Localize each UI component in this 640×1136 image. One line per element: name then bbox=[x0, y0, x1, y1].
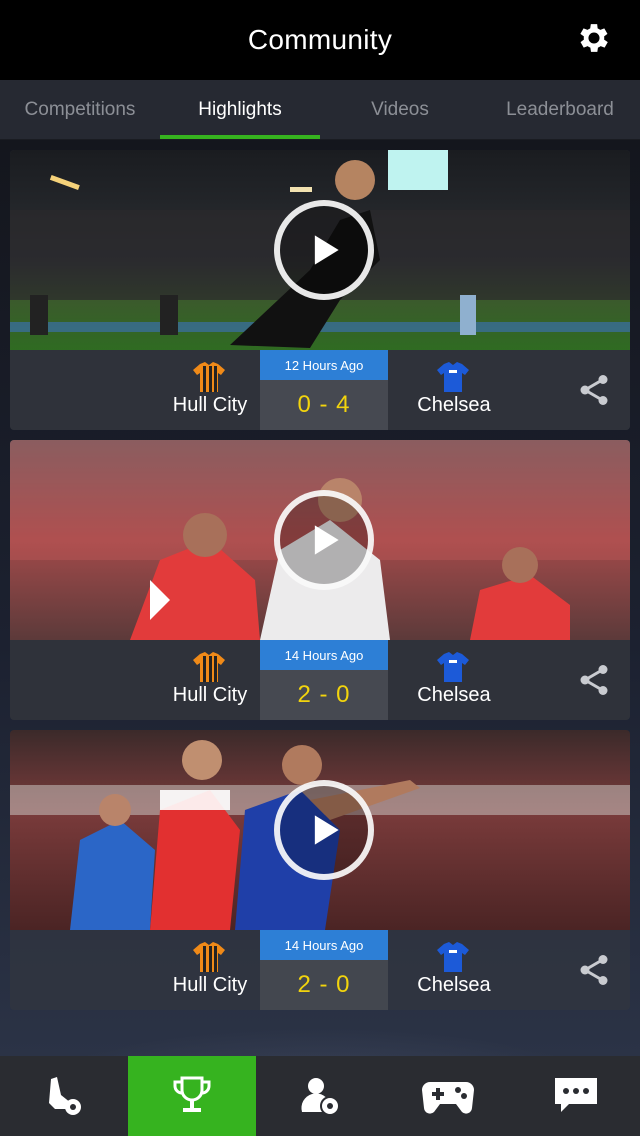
bottom-nav bbox=[0, 1056, 640, 1136]
player-profile-icon bbox=[301, 1078, 340, 1116]
match-info-bar: Hull City 14 Hours Ago 2 - 0 Chelsea bbox=[10, 640, 630, 720]
away-team: Chelsea bbox=[352, 640, 532, 720]
play-button[interactable] bbox=[274, 490, 374, 590]
share-icon bbox=[580, 955, 608, 985]
highlight-card: Hull City 14 Hours Ago 2 - 0 Chelsea bbox=[10, 440, 630, 720]
trophy-icon bbox=[173, 1076, 211, 1112]
football-boot-icon bbox=[49, 1077, 81, 1115]
tab-competitions[interactable]: Competitions bbox=[0, 80, 160, 139]
page-title: Community bbox=[247, 24, 393, 55]
hull-city-shirt-icon bbox=[193, 652, 225, 682]
gear-icon bbox=[580, 24, 608, 52]
play-button[interactable] bbox=[274, 200, 374, 300]
gamepad-icon bbox=[422, 1082, 474, 1114]
match-info-bar: Hull City 14 Hours Ago 2 - 0 Chelsea bbox=[10, 930, 630, 1010]
share-button[interactable] bbox=[574, 660, 614, 700]
nav-trophy[interactable] bbox=[128, 1056, 256, 1136]
nav-chat[interactable] bbox=[512, 1056, 640, 1136]
share-button[interactable] bbox=[574, 370, 614, 410]
hull-city-shirt-icon bbox=[193, 942, 225, 972]
video-thumbnail[interactable] bbox=[10, 440, 630, 640]
chelsea-shirt-icon bbox=[437, 362, 469, 392]
video-thumbnail[interactable] bbox=[10, 150, 630, 350]
match-info-bar: Hull City 12 Hours Ago 0 - 4 Chelsea bbox=[10, 350, 630, 430]
highlight-card: Hull City 14 Hours Ago 2 - 0 Chelsea bbox=[10, 730, 630, 1010]
video-thumbnail[interactable] bbox=[10, 730, 630, 930]
highlight-card: Hull City 12 Hours Ago 0 - 4 Chelsea bbox=[10, 150, 630, 430]
play-icon bbox=[314, 235, 339, 265]
share-button[interactable] bbox=[574, 950, 614, 990]
play-button[interactable] bbox=[274, 780, 374, 880]
play-icon bbox=[314, 815, 339, 845]
tab-highlights[interactable]: Highlights bbox=[160, 80, 320, 139]
away-team: Chelsea bbox=[352, 930, 532, 1010]
play-icon bbox=[314, 525, 339, 555]
share-icon bbox=[580, 665, 608, 695]
share-icon bbox=[580, 375, 608, 405]
nav-football[interactable] bbox=[0, 1056, 128, 1136]
hull-city-shirt-icon bbox=[193, 362, 225, 392]
chelsea-shirt-icon bbox=[437, 652, 469, 682]
away-team-name: Chelsea bbox=[417, 394, 491, 416]
settings-button[interactable] bbox=[572, 16, 616, 60]
away-team-name: Chelsea bbox=[417, 684, 491, 706]
away-team: Chelsea bbox=[352, 350, 532, 430]
top-bar: Community bbox=[0, 0, 640, 80]
away-team-name: Chelsea bbox=[417, 974, 491, 996]
nav-profile[interactable] bbox=[256, 1056, 384, 1136]
chelsea-shirt-icon bbox=[437, 942, 469, 972]
nav-games[interactable] bbox=[384, 1056, 512, 1136]
tab-leaderboard[interactable]: Leaderboard bbox=[480, 80, 640, 139]
tab-videos[interactable]: Videos bbox=[320, 80, 480, 139]
chat-icon bbox=[555, 1078, 597, 1112]
tab-bar: Competitions Highlights Videos Leaderboa… bbox=[0, 80, 640, 140]
